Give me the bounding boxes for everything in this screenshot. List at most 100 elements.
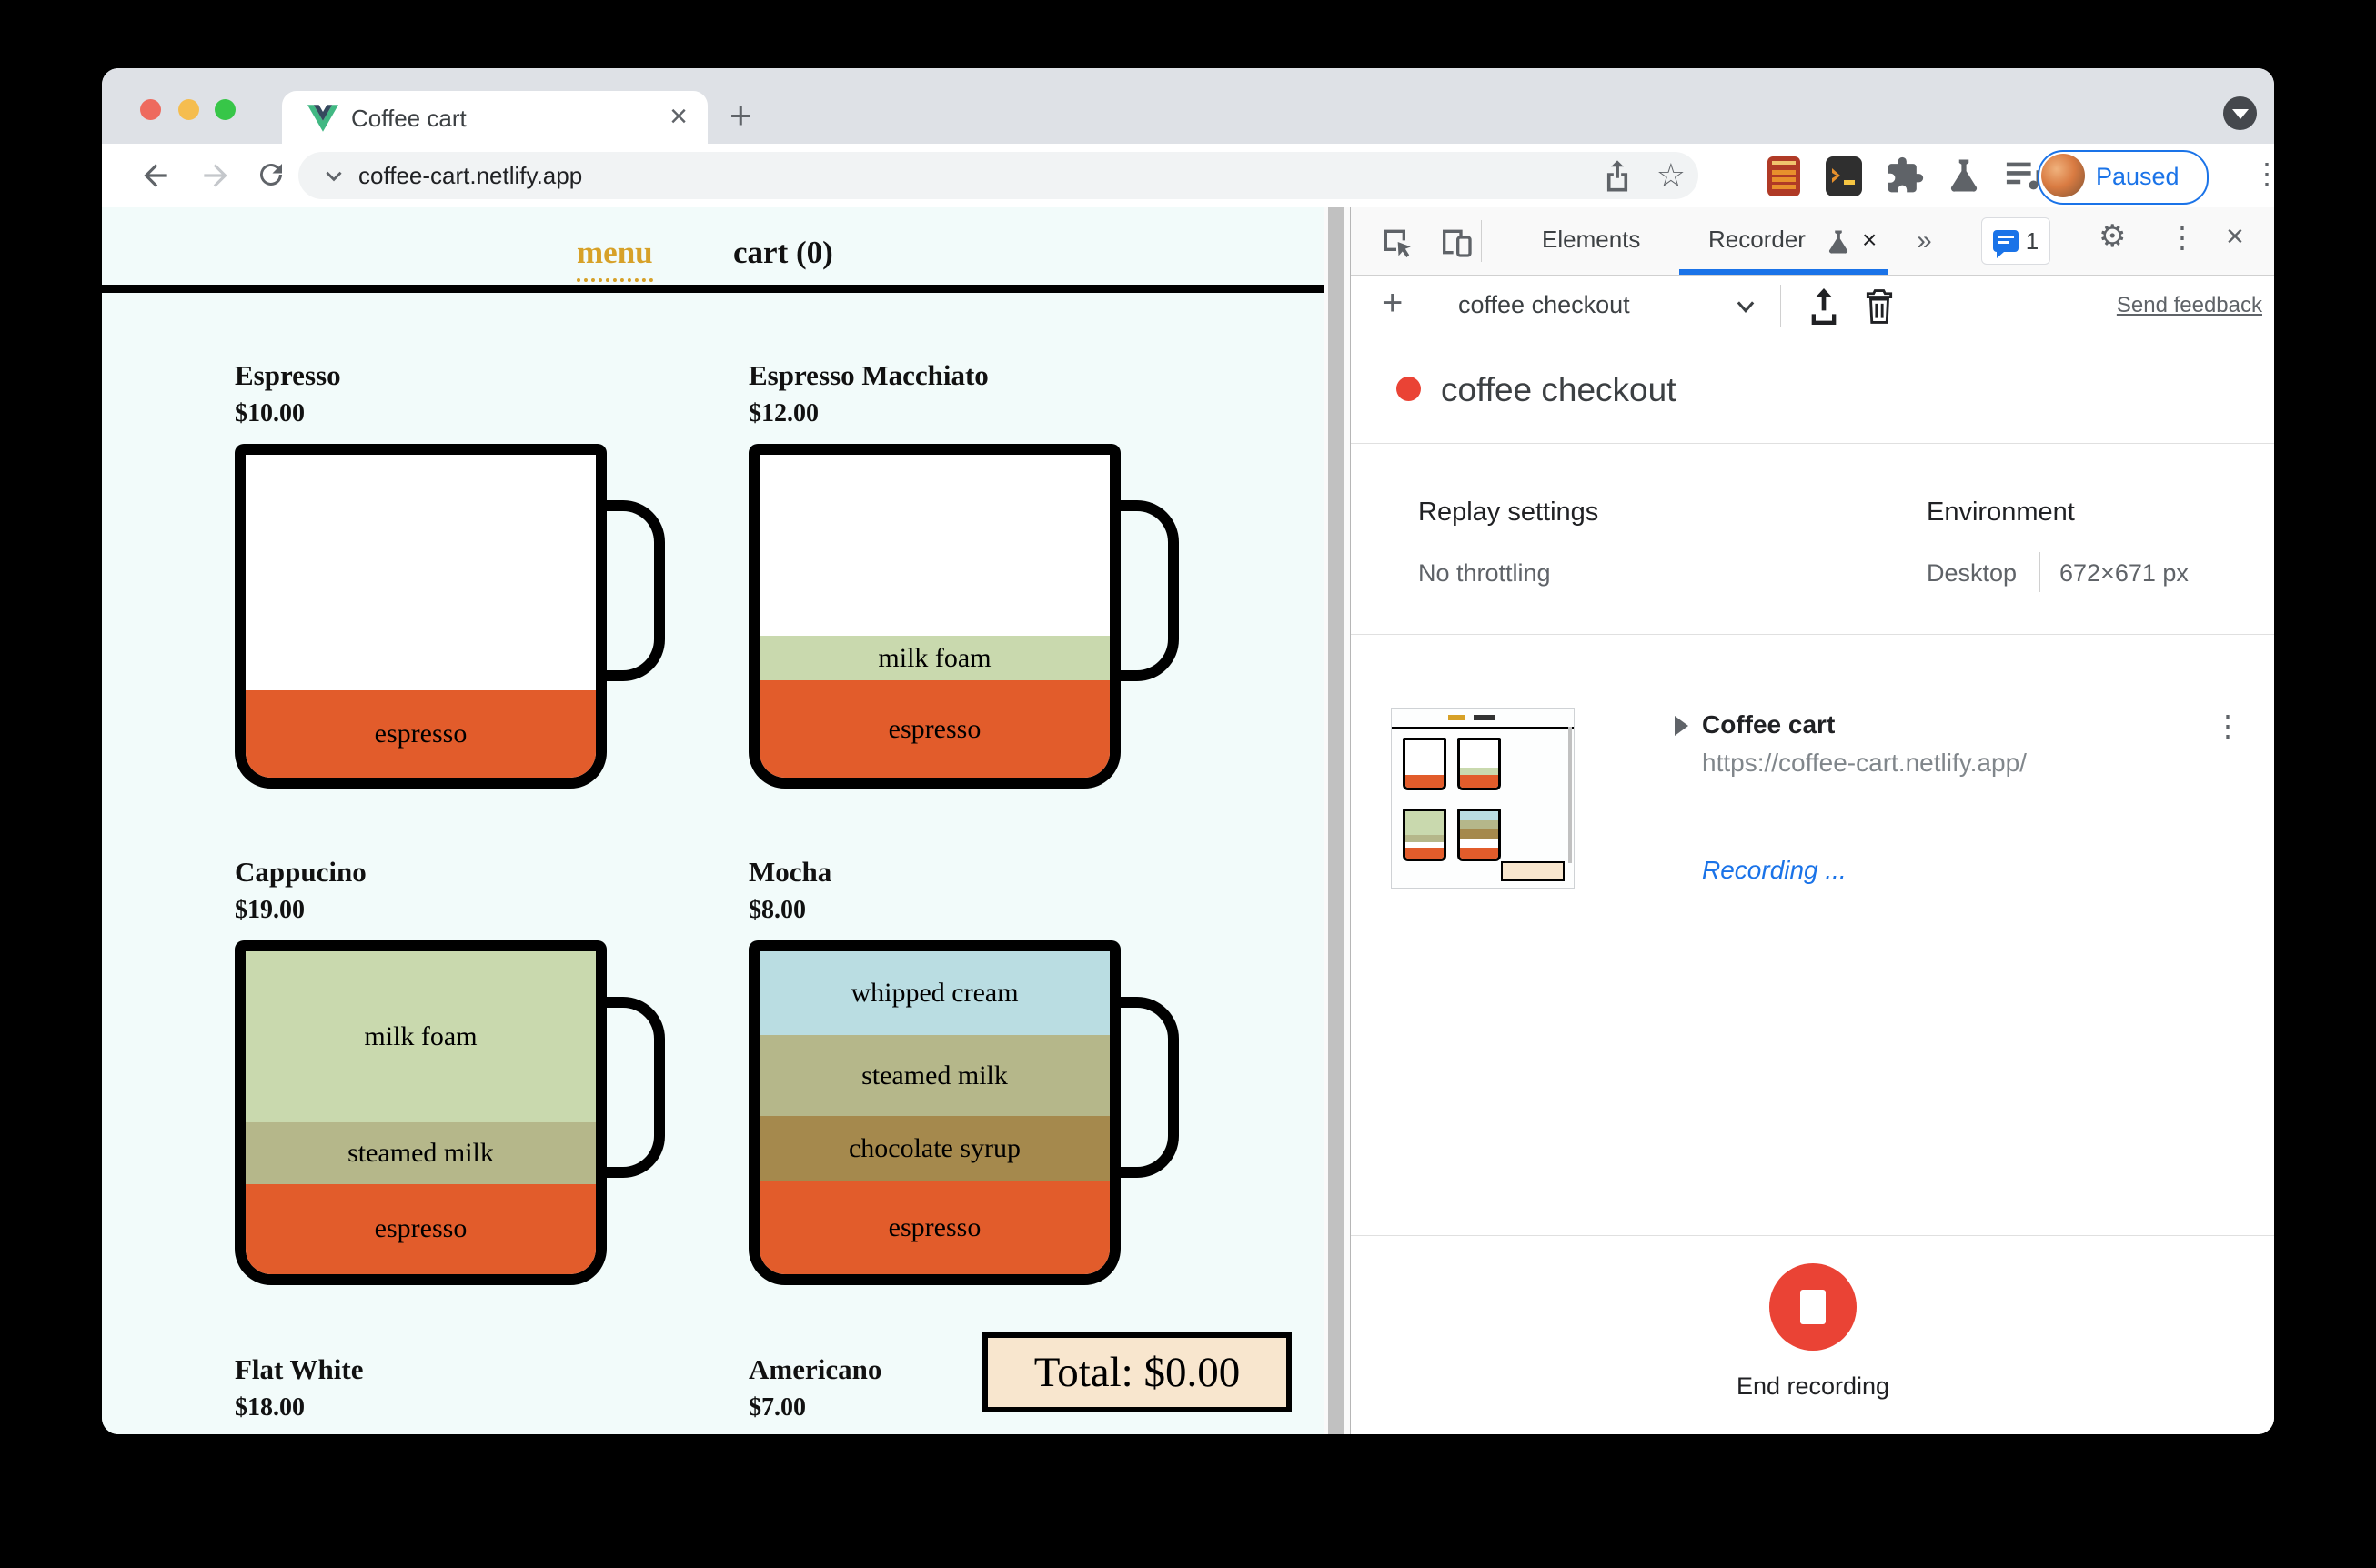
device-toolbar-icon[interactable] (1438, 224, 1475, 260)
replay-settings-label[interactable]: Replay settings (1418, 498, 1598, 528)
new-tab-button[interactable]: + (730, 92, 752, 139)
issues-counter[interactable]: 1 (1981, 217, 2050, 265)
end-recording-button[interactable] (1769, 1263, 1857, 1351)
scrollbar-thumb[interactable] (1328, 207, 1344, 1434)
cup-body: milk foam steamed milk espresso (235, 940, 607, 1285)
browser-tab[interactable]: Coffee cart × (282, 91, 708, 144)
site-info-chevron-icon[interactable] (322, 166, 346, 186)
browser-window: Coffee cart × + coffee-cart.netlify.app (102, 68, 2274, 1434)
environment-viewport: 672×671 px (2059, 559, 2189, 587)
zoom-window-button[interactable] (215, 99, 236, 120)
add-recording-button[interactable]: + (1382, 283, 1403, 324)
cup-layer-espresso: espresso (246, 1183, 596, 1274)
divider (2039, 552, 2040, 592)
step-title[interactable]: Coffee cart (1702, 710, 1835, 739)
extensions-puzzle-icon[interactable] (1885, 156, 1925, 196)
recording-dot-icon (1396, 377, 1421, 401)
close-window-button[interactable] (140, 99, 161, 120)
item-price: $10.00 (235, 399, 305, 427)
cup-layer-espresso: espresso (246, 690, 596, 778)
extension-terminal-icon[interactable] (1824, 156, 1864, 197)
cup-espresso-macchiato[interactable]: milk foam espresso (749, 444, 1179, 789)
recorder-tab-close-icon[interactable]: × (1862, 226, 1877, 255)
end-recording-label: End recording (1736, 1372, 1890, 1400)
recorder-toolbar: + coffee checkout Send feedback (1351, 276, 2274, 337)
tab-search-button[interactable] (2223, 96, 2257, 130)
export-recording-icon[interactable] (1806, 286, 1842, 327)
devtools-kebab-icon[interactable]: ⋮ (2168, 222, 2197, 253)
devtools-close-icon[interactable]: × (2226, 220, 2244, 253)
divider (1481, 220, 1482, 262)
browser-toolbar: coffee-cart.netlify.app ☆ Paused ⋮ (102, 144, 2274, 208)
reload-button[interactable] (255, 158, 289, 193)
recorder-experiment-flask-icon (1825, 227, 1852, 256)
browser-menu-kebab-icon[interactable]: ⋮ (2252, 158, 2274, 189)
back-button[interactable] (138, 158, 173, 193)
delete-recording-icon[interactable] (1862, 286, 1897, 327)
environment-label[interactable]: Environment (1927, 498, 2075, 528)
item-name: Mocha (749, 856, 832, 888)
cup-espresso[interactable]: espresso (235, 444, 665, 789)
cup-mocha[interactable]: whipped cream steamed milk chocolate syrup… (749, 940, 1179, 1285)
profile-paused-button[interactable]: Paused (2038, 150, 2209, 205)
page-scrollbar[interactable] (1324, 207, 1350, 1434)
environment-device: Desktop (1927, 559, 2018, 587)
cup-body: milk foam espresso (749, 444, 1121, 789)
send-feedback-link[interactable]: Send feedback (2117, 293, 2262, 318)
address-bar[interactable]: coffee-cart.netlify.app ☆ (298, 152, 1698, 199)
cup-body: espresso (235, 444, 607, 789)
bookmark-star-icon[interactable]: ☆ (1656, 159, 1686, 192)
recording-step[interactable]: Coffee cart https://coffee-cart.netlify.… (1351, 634, 2274, 998)
share-icon[interactable] (1602, 159, 1633, 192)
header-rule (102, 285, 1324, 293)
recording-settings-section: Replay settings No throttling Environmen… (1351, 443, 2274, 635)
recording-thumbnail[interactable] (1391, 708, 1575, 889)
issues-chat-icon (1992, 230, 2019, 258)
recording-select[interactable]: coffee checkout (1458, 291, 1630, 319)
tab-elements[interactable]: Elements (1542, 226, 1640, 254)
recording-status: Recording ... (1702, 856, 1847, 884)
nav-menu-link[interactable]: menu (577, 235, 653, 282)
step-expand-triangle-icon[interactable] (1675, 716, 1688, 736)
step-kebab-icon[interactable]: ⋮ (2213, 710, 2242, 741)
tab-recorder[interactable]: Recorder (1708, 226, 1806, 254)
replay-throttling-value: No throttling (1418, 559, 1551, 587)
cup-layer-milk-foam: milk foam (246, 951, 596, 1123)
cup-body: whipped cream steamed milk chocolate syrup… (749, 940, 1121, 1285)
avatar (2041, 154, 2085, 197)
cup-layer-milk-foam: milk foam (760, 635, 1110, 681)
extension-abacus-icon[interactable] (1765, 156, 1803, 197)
item-name: Flat White (235, 1353, 364, 1385)
item-price: $19.00 (235, 896, 305, 924)
tab-close-icon[interactable]: × (670, 98, 688, 135)
cup-layer-empty (760, 455, 1110, 636)
cart-total[interactable]: Total: $0.00 (982, 1332, 1292, 1412)
nav-cart-link[interactable]: cart (0) (733, 235, 833, 271)
titlebar: Coffee cart × + (102, 68, 2274, 144)
vue-favicon-icon (307, 105, 338, 132)
cup-layer-steamed-milk: steamed milk (760, 1035, 1110, 1117)
url-text[interactable]: coffee-cart.netlify.app (358, 162, 582, 190)
forward-button[interactable] (198, 158, 233, 193)
settings-gear-icon[interactable]: ⚙ (2099, 220, 2126, 253)
devtools-panel: Elements Recorder × » 1 ⚙ ⋮ × + coffee c… (1350, 207, 2274, 1434)
cup-layer-chocolate-syrup: chocolate syrup (760, 1116, 1110, 1181)
item-price: $8.00 (749, 896, 806, 924)
minimize-window-button[interactable] (178, 99, 199, 120)
cup-cappucino[interactable]: milk foam steamed milk espresso (235, 940, 665, 1285)
select-chevron-down-icon[interactable] (1733, 297, 1758, 316)
issues-count: 1 (2025, 226, 2039, 255)
cup-layer-espresso: espresso (760, 1181, 1110, 1274)
active-tab-underline (1679, 269, 1888, 275)
desktop-background: Coffee cart × + coffee-cart.netlify.app (0, 0, 2376, 1568)
tab-title: Coffee cart (351, 105, 467, 132)
inspect-element-icon[interactable] (1378, 224, 1415, 260)
item-price: $12.00 (749, 399, 819, 427)
chevron-down-icon (2232, 109, 2249, 119)
paused-label: Paused (2096, 163, 2180, 190)
item-name: Cappucino (235, 856, 367, 888)
more-tabs-icon[interactable]: » (1917, 226, 1932, 256)
step-url: https://coffee-cart.netlify.app/ (1702, 749, 2027, 777)
extension-flask-icon[interactable] (1945, 156, 1983, 196)
content-area: menu cart (0) Espresso $10.00 espresso Espr… (102, 207, 2274, 1434)
